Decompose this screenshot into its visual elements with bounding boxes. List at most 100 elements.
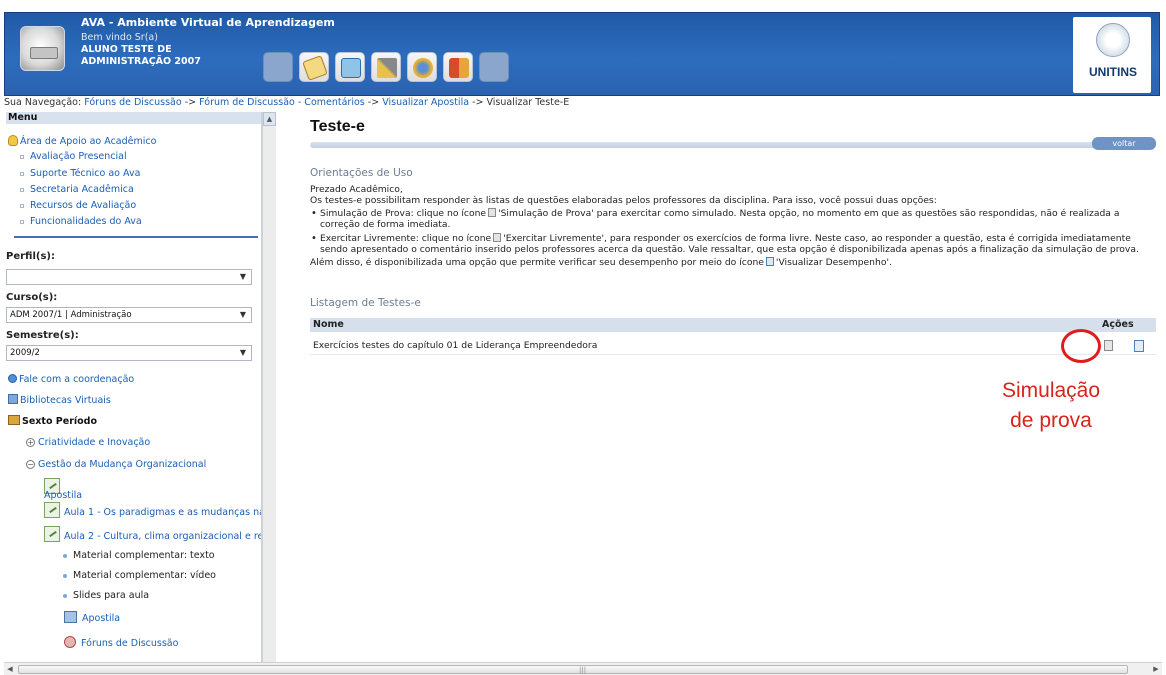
disciplina-gestao[interactable]: − Gestão da Mudança Organizacional (26, 459, 206, 470)
material-texto-item[interactable]: Material complementar: texto (63, 550, 215, 561)
horizontal-scrollbar[interactable]: ◀ ||| ▶ (4, 662, 1162, 675)
periodo-heading: Sexto Período (8, 415, 97, 427)
intro-text: Os testes-e possibilitam responder às li… (310, 195, 937, 206)
page-title: Teste-e (310, 118, 365, 135)
bullet2-text-a: Exercitar Livremente: clique no ícone (320, 233, 492, 244)
lightbulb-icon (8, 135, 18, 146)
title-underline (310, 142, 1156, 148)
semestre-select[interactable]: 2009/2 ▼ (6, 345, 252, 361)
alem-text-a: Além disso, é disponibilizada uma opção … (310, 257, 764, 268)
apostila2-label: Apostila (82, 613, 121, 624)
scrollbar-thumb[interactable]: ||| (18, 665, 1128, 674)
breadcrumb-current: Visualizar Teste-E (486, 97, 570, 108)
table-row: Exercícios testes do capítulo 01 de Lide… (310, 337, 1156, 355)
bullet1-text-a: Simulação de Prova: clique no ícone (320, 208, 487, 219)
square-bullet-icon (20, 203, 24, 208)
square-bullet-icon (20, 154, 24, 159)
bullet-exercitar: Exercitar Livremente: clique no ícone 'Ex… (310, 233, 1156, 244)
aula1-item[interactable]: Aula 1 - Os paradigmas e as mudanças na (44, 502, 262, 518)
breadcrumb-prefix: Sua Navegação: (4, 97, 82, 108)
orientacoes-heading: Orientações de Uso (310, 167, 413, 179)
semestre-label: Semestre(s): (6, 330, 79, 341)
slides-item[interactable]: Slides para aula (63, 590, 149, 601)
bullet1-continuation: correção de forma imediata. (320, 219, 451, 230)
document-icon (44, 526, 60, 542)
brand-logo: UNITINS (1083, 23, 1143, 85)
voltar-button[interactable]: voltar (1092, 137, 1156, 150)
table-header: Nome Ações (310, 318, 1156, 332)
bibliotecas-link[interactable]: Bibliotecas Virtuais (8, 394, 111, 406)
aula1-label: Aula 1 - Os paradigmas e as mudanças na (64, 507, 262, 518)
settings-icon[interactable] (407, 52, 437, 82)
forum-icon (64, 636, 76, 648)
square-bullet-icon (20, 171, 24, 176)
listagem-heading: Listagem de Testes-e (310, 297, 421, 309)
fale-coordenacao-link[interactable]: Fale com a coordenação (8, 374, 134, 385)
scroll-up-icon[interactable]: ▲ (263, 112, 276, 126)
curso-select[interactable]: ADM 2007/1 | Administração ▼ (6, 307, 252, 323)
chevron-down-icon: ▼ (239, 310, 246, 319)
mail-icon[interactable] (335, 52, 365, 82)
unitins-emblem-icon (1096, 23, 1130, 57)
simulacao-prova-icon (488, 208, 497, 217)
sidebar-item-secretaria[interactable]: Secretaria Acadêmica (20, 184, 134, 195)
curso-value: ADM 2007/1 | Administração (10, 310, 132, 320)
collapse-icon[interactable]: − (26, 460, 35, 469)
sidebar-item-funcionalidades[interactable]: Funcionalidades do Ava (20, 216, 142, 227)
sidebar-item-label: Avaliação Presencial (30, 151, 127, 162)
book-icon (8, 394, 18, 404)
apostila2-item[interactable]: Apostila (64, 611, 120, 624)
scroll-right-icon[interactable]: ▶ (1150, 663, 1162, 675)
alem-text-b: 'Visualizar Desempenho'. (775, 257, 892, 268)
apostila-item[interactable]: Apostila (44, 478, 82, 505)
disciplina-label: Gestão da Mudança Organizacional (38, 459, 207, 470)
apostila-label: Apostila (44, 490, 83, 501)
bullet2-text-b: 'Exercitar Livremente', para responder o… (503, 233, 1131, 244)
breadcrumb-link[interactable]: Visualizar Apostila (382, 97, 469, 108)
breadcrumb-separator: -> (367, 97, 380, 108)
test-name: Exercícios testes do capítulo 01 de Lide… (313, 340, 598, 351)
bibliotecas-label: Bibliotecas Virtuais (20, 395, 111, 406)
perfil-select[interactable]: ▼ (6, 269, 252, 285)
sidebar-item-label: Recursos de Avaliação (30, 200, 137, 211)
column-header-nome: Nome (313, 319, 344, 330)
sidebar-item-avaliacao-presencial[interactable]: Avaliação Presencial (20, 151, 127, 162)
menu-title: Menu (6, 112, 261, 124)
foruns-label: Fóruns de Discussão (81, 638, 179, 649)
annotation-line1: Simulação (1001, 379, 1101, 402)
notebook-icon[interactable] (299, 52, 329, 82)
breadcrumb-link[interactable]: Fóruns de Discussão (84, 97, 181, 108)
visualizar-desempenho-icon[interactable] (1134, 340, 1144, 352)
annotation-line2: de prova (1010, 409, 1092, 432)
blank-icon (263, 52, 293, 82)
grip-icon: ||| (579, 666, 587, 674)
simulacao-prova-icon[interactable] (1104, 340, 1113, 351)
square-bullet-icon (20, 219, 24, 224)
fale-label: Fale com a coordenação (19, 374, 135, 385)
welcome-text: Bem vindo Sr(a) (81, 32, 158, 43)
material-video-item[interactable]: Material complementar: vídeo (63, 570, 216, 581)
blank-icon (479, 52, 509, 82)
section-divider (14, 236, 258, 238)
breadcrumb: Sua Navegação: Fóruns de Discussão -> Fó… (4, 97, 1160, 111)
area-apoio-link[interactable]: Área de Apoio ao Acadêmico (8, 135, 156, 147)
scroll-left-icon[interactable]: ◀ (4, 663, 16, 675)
document-icon (44, 502, 60, 518)
sidebar-item-suporte-tecnico[interactable]: Suporte Técnico ao Ava (20, 168, 140, 179)
foruns-item[interactable]: Fóruns de Discussão (64, 636, 178, 649)
breadcrumb-link[interactable]: Fórum de Discussão - Comentários (199, 97, 365, 108)
chevron-down-icon: ▼ (239, 272, 246, 281)
periodo-label: Sexto Período (22, 416, 97, 427)
square-bullet-icon (20, 187, 24, 192)
bullet1-text-b: 'Simulação de Prova' para exercitar como… (498, 208, 1120, 219)
aula2-item[interactable]: Aula 2 - Cultura, clima organizacional e… (44, 526, 261, 542)
disciplina-criatividade[interactable]: + Criatividade e Inovação (26, 437, 150, 448)
books-icon[interactable] (443, 52, 473, 82)
brand-name: UNITINS (1089, 65, 1137, 79)
expand-icon[interactable]: + (26, 438, 35, 447)
sidebar-scrollbar[interactable]: ▲ (262, 112, 276, 662)
tools-icon[interactable] (371, 52, 401, 82)
visualizar-desempenho-icon (765, 257, 774, 266)
dot-bullet-icon (63, 573, 67, 578)
sidebar-item-recursos-avaliacao[interactable]: Recursos de Avaliação (20, 200, 136, 211)
